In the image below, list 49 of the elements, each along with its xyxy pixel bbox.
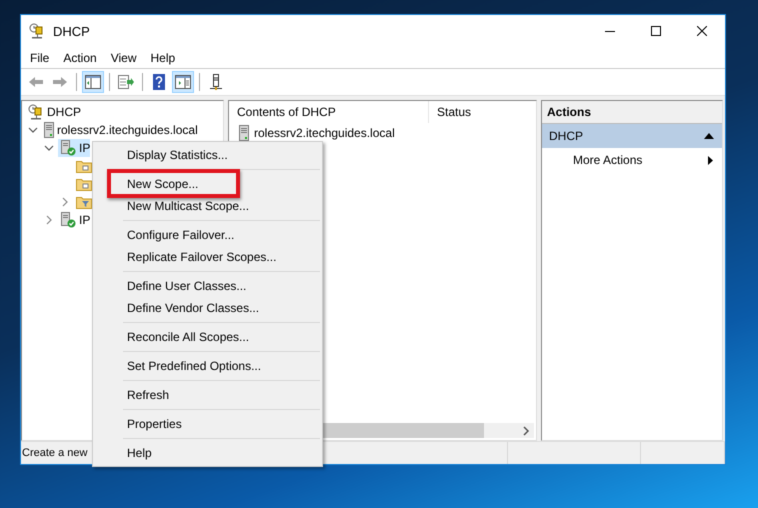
context-menu-item[interactable]: Refresh xyxy=(93,384,322,406)
menu-item[interactable]: View xyxy=(104,48,144,66)
status-text: Create a new xyxy=(22,447,88,459)
list-item[interactable]: rolessrv2.itechguides.local xyxy=(254,126,395,140)
tree-item[interactable]: DHCP xyxy=(26,103,82,121)
action-section-header[interactable]: DHCP xyxy=(542,124,722,148)
server-check-icon xyxy=(60,140,76,156)
menu-item[interactable]: Help xyxy=(144,48,182,66)
context-menu-item[interactable]: Set Predefined Options... xyxy=(93,355,322,377)
context-menu-item[interactable]: Replicate Failover Scopes... xyxy=(93,246,322,268)
folder-icon xyxy=(76,177,92,191)
toolbar-button[interactable] xyxy=(172,71,194,93)
context-menu-item[interactable]: Display Statistics... xyxy=(93,144,322,166)
tree-item[interactable]: IP xyxy=(58,211,90,229)
export-list-icon xyxy=(118,75,134,89)
filter-folder-icon xyxy=(76,195,92,209)
action-item[interactable]: More Actions xyxy=(542,148,722,172)
menu-item[interactable]: File xyxy=(23,48,56,66)
collapse-triangle-icon xyxy=(704,133,714,139)
context-menu-item[interactable]: Help xyxy=(93,442,322,464)
folder-icon xyxy=(76,159,92,173)
menu-item[interactable]: Action xyxy=(56,48,104,66)
context-menu-item[interactable]: Define User Classes... xyxy=(93,275,322,297)
window-title: DHCP xyxy=(53,24,91,38)
back-arrow-icon xyxy=(28,76,44,88)
context-menu-item[interactable]: New Multicast Scope... xyxy=(93,195,322,217)
toolbar-button[interactable] xyxy=(82,71,104,93)
column-header[interactable]: Contents of DHCP xyxy=(229,101,429,123)
context-menu-item[interactable]: Define Vendor Classes... xyxy=(93,297,322,319)
close-icon xyxy=(697,26,707,36)
column-header[interactable]: Status xyxy=(429,101,472,123)
pane-title: Actions xyxy=(547,105,592,119)
submenu-arrow-icon xyxy=(708,156,713,164)
tree-item[interactable]: rolessrv2.itechguides.local xyxy=(42,121,198,139)
maximize-icon xyxy=(651,26,661,36)
forward-arrow-icon xyxy=(52,76,68,88)
server-icon xyxy=(44,122,54,138)
context-menu-item[interactable]: New Scope... xyxy=(107,169,240,198)
context-menu-item[interactable]: Properties xyxy=(93,413,322,435)
dhcp-icon xyxy=(28,104,44,120)
server-check-icon xyxy=(60,212,76,228)
server-icon xyxy=(209,74,223,90)
context-menu-item[interactable]: Reconcile All Scopes... xyxy=(93,326,322,348)
context-menu-item[interactable]: Configure Failover... xyxy=(93,224,322,246)
tree-item[interactable]: IP xyxy=(58,139,90,157)
panel-icon xyxy=(175,75,191,89)
panel-icon xyxy=(85,75,101,89)
help-icon xyxy=(153,74,165,90)
dhcp-icon xyxy=(29,23,45,39)
